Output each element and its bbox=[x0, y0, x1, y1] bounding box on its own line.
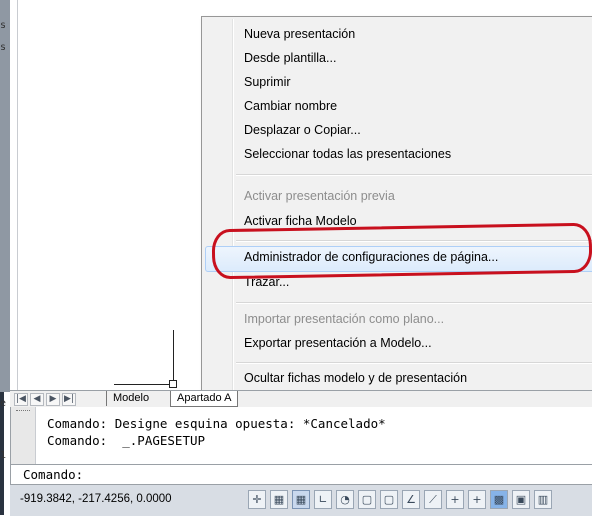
command-history-line: Comando: Designe esquina opuesta: *Cance… bbox=[47, 416, 386, 431]
menu-item-move-copy[interactable]: Desplazar o Copiar... bbox=[244, 123, 361, 137]
transparency-icon[interactable]: + bbox=[468, 490, 486, 509]
status-bar: -919.3842, -217.4256, 0.0000 ✛ ▦ ▦ ∟ ◔ ▢… bbox=[10, 484, 592, 516]
left-edge-glyph: e bbox=[0, 398, 7, 409]
snap-mode-icon[interactable]: ▦ bbox=[270, 490, 288, 509]
coordinates-readout[interactable]: -919.3842, -217.4256, 0.0000 bbox=[20, 493, 172, 505]
menu-item-new-layout[interactable]: Nueva presentación bbox=[244, 27, 355, 41]
ucs-y-axis bbox=[173, 330, 174, 384]
first-tab-icon[interactable]: |◀ bbox=[14, 393, 28, 406]
command-history-line: Comando: _.PAGESETUP bbox=[47, 433, 206, 448]
command-window: Comando: Designe esquina opuesta: *Cance… bbox=[10, 407, 592, 485]
menu-item-delete[interactable]: Suprimir bbox=[244, 75, 291, 89]
menu-separator bbox=[236, 174, 592, 176]
next-tab-icon[interactable]: ▶ bbox=[46, 393, 60, 406]
polar-tracking-icon[interactable]: ◔ bbox=[336, 490, 354, 509]
menu-item-export-layout-to-model[interactable]: Exportar presentación a Modelo... bbox=[244, 336, 432, 350]
object-snap-icon[interactable]: ▢ bbox=[358, 490, 376, 509]
layout-tab-context-menu: Nueva presentación Desde plantilla... Su… bbox=[201, 16, 592, 393]
left-panel-border bbox=[10, 0, 18, 392]
menu-item-hide-layout-tabs[interactable]: Ocultar fichas modelo y de presentación bbox=[244, 371, 467, 385]
menu-item-select-all-layouts[interactable]: Seleccionar todas las presentaciones bbox=[244, 147, 451, 161]
left-edge-glyph: s bbox=[0, 20, 7, 31]
dynamic-ucs-icon[interactable]: ∠ bbox=[402, 490, 420, 509]
tab-modelo[interactable]: Modelo bbox=[106, 391, 156, 406]
left-panel-strip bbox=[0, 0, 10, 392]
ucs-icon bbox=[169, 380, 177, 388]
menu-item-from-template[interactable]: Desde plantilla... bbox=[244, 51, 336, 65]
menu-item-import-layout-as-sheet: Importar presentación como plano... bbox=[244, 312, 445, 326]
object-snap-tracking-icon[interactable]: ▢ bbox=[380, 490, 398, 509]
quick-properties-icon[interactable]: ▩ bbox=[490, 490, 508, 509]
command-input[interactable]: Comando: bbox=[11, 464, 592, 485]
tab-apartado-a[interactable]: Apartado A bbox=[170, 391, 239, 407]
grid-display-icon[interactable]: ▦ bbox=[292, 490, 310, 509]
menu-separator bbox=[236, 302, 592, 304]
prev-tab-icon[interactable]: ◀ bbox=[30, 393, 44, 406]
layout-tabs-bar: |◀ ◀ ▶ ▶| Modelo Apartado A bbox=[10, 390, 592, 408]
dynamic-input-icon[interactable]: ⟋ bbox=[424, 490, 442, 509]
menu-item-rename[interactable]: Cambiar nombre bbox=[244, 99, 337, 113]
infer-constraints-icon[interactable]: ✛ bbox=[248, 490, 266, 509]
last-tab-icon[interactable]: ▶| bbox=[62, 393, 76, 406]
annotation-monitor-icon[interactable]: ▥ bbox=[534, 490, 552, 509]
menu-item-activate-model-tab[interactable]: Activar ficha Modelo bbox=[244, 214, 357, 228]
command-prompt: Comando: bbox=[23, 467, 84, 482]
lineweight-icon[interactable]: + bbox=[446, 490, 464, 509]
menu-separator bbox=[236, 362, 592, 364]
left-edge-glyph: s bbox=[0, 42, 7, 53]
left-edge-glyph: 1 bbox=[0, 450, 7, 461]
menu-icon-gutter bbox=[232, 19, 234, 390]
selection-cycling-icon[interactable]: ▣ bbox=[512, 490, 530, 509]
ortho-mode-icon[interactable]: ∟ bbox=[314, 490, 332, 509]
annotation-red-ring bbox=[211, 222, 592, 280]
menu-item-activate-previous-layout: Activar presentación previa bbox=[244, 189, 395, 203]
command-window-grip[interactable] bbox=[11, 407, 36, 467]
ucs-x-axis bbox=[114, 384, 174, 385]
